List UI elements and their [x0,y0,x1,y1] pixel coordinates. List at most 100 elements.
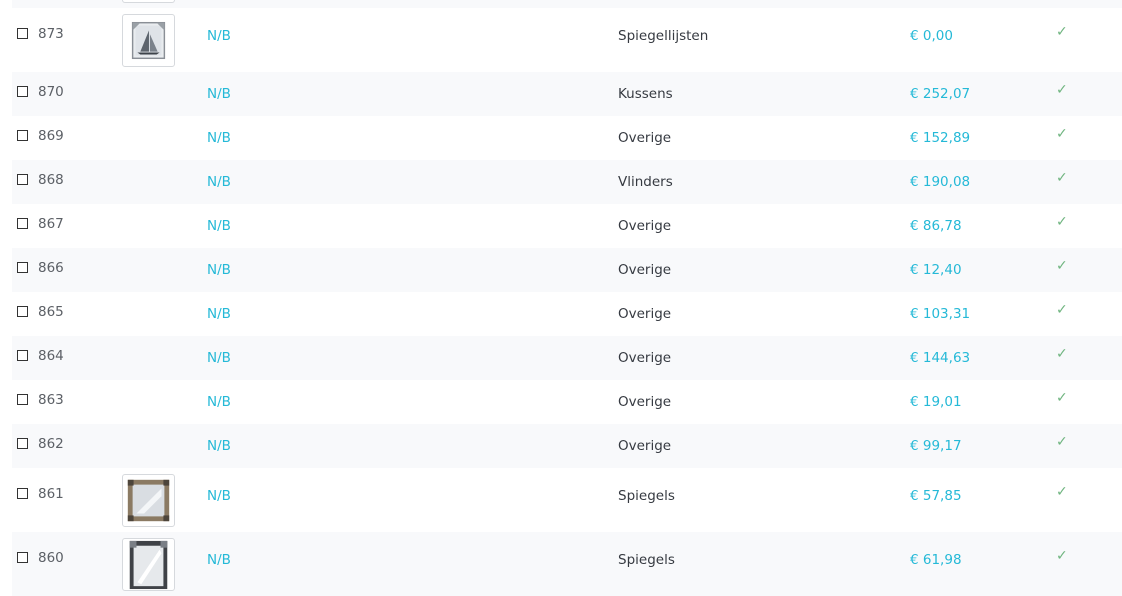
framed-boat-picture-icon[interactable] [122,14,175,67]
row-checkbox[interactable] [17,350,28,361]
product-id: 861 [38,486,64,502]
table-row-862[interactable]: 862 N/B Overige € 99,17 ✓ [12,424,1122,468]
product-reference-link[interactable]: N/B [207,262,231,278]
product-image-cell [122,380,178,424]
row-select-cell [17,336,35,380]
product-image-cell [122,204,178,248]
checkmark-icon[interactable]: ✓ [1056,434,1068,450]
product-price-link[interactable]: € 12,40 [910,262,962,278]
product-category-cell: Overige [618,424,798,468]
row-select-cell [17,160,35,204]
product-id-cell: 862 [38,424,98,468]
row-checkbox[interactable] [17,218,28,229]
product-price-link[interactable]: € 190,08 [910,174,970,190]
checkmark-icon[interactable]: ✓ [1056,258,1068,274]
product-thumbnail-partial[interactable] [122,0,175,3]
row-checkbox[interactable] [17,552,28,563]
checkmark-icon[interactable]: ✓ [1056,214,1068,230]
product-price-link[interactable]: € 57,85 [910,488,962,504]
row-select-cell [17,8,35,72]
row-checkbox[interactable] [17,488,28,499]
row-checkbox[interactable] [17,262,28,273]
table-row-860[interactable]: 860 N/B Spiegels € 61,98 ✓ [12,532,1122,596]
product-reference-link[interactable]: N/B [207,350,231,366]
product-image-cell [122,72,178,116]
product-category-cell: Overige [618,116,798,160]
product-price-link[interactable]: € 19,01 [910,394,962,410]
table-row-863[interactable]: 863 N/B Overige € 19,01 ✓ [12,380,1122,424]
product-price-link[interactable]: € 144,63 [910,350,970,366]
product-price-link[interactable]: € 0,00 [910,28,953,44]
product-price-link[interactable]: € 152,89 [910,130,970,146]
row-checkbox[interactable] [17,130,28,141]
checkmark-icon[interactable]: ✓ [1056,484,1068,500]
product-reference-link[interactable]: N/B [207,86,231,102]
product-id: 866 [38,260,64,276]
checkmark-icon[interactable]: ✓ [1056,346,1068,362]
product-reference-link[interactable]: N/B [207,488,231,504]
product-image-cell [122,116,178,160]
table-row-867[interactable]: 867 N/B Overige € 86,78 ✓ [12,204,1122,248]
product-reference-cell: N/B [207,204,287,248]
row-checkbox[interactable] [17,174,28,185]
product-reference-link[interactable]: N/B [207,306,231,322]
product-price-cell: € 252,07 [910,72,1010,116]
product-image-cell [122,336,178,380]
checkmark-icon[interactable]: ✓ [1056,24,1068,40]
table-row-870[interactable]: 870 N/B Kussens € 252,07 ✓ [12,72,1122,116]
product-category-cell: Kussens [618,72,798,116]
checkmark-icon[interactable]: ✓ [1056,390,1068,406]
product-price-cell: € 190,08 [910,160,1010,204]
product-category-cell: Overige [618,380,798,424]
product-category-cell: Overige [618,248,798,292]
product-category: Overige [618,130,672,146]
product-reference-cell: N/B [207,468,287,532]
product-status-cell: ✓ [1056,8,1076,72]
product-price-link[interactable]: € 99,17 [910,438,962,454]
product-price-cell: € 152,89 [910,116,1010,160]
product-price-cell: € 0,00 [910,8,1010,72]
product-reference-link[interactable]: N/B [207,28,231,44]
product-status-cell: ✓ [1056,468,1076,532]
product-reference-link[interactable]: N/B [207,438,231,454]
row-checkbox[interactable] [17,86,28,97]
product-price-link[interactable]: € 61,98 [910,552,962,568]
product-reference-link[interactable]: N/B [207,218,231,234]
checkmark-icon[interactable]: ✓ [1056,548,1068,564]
table-row-868[interactable]: 868 N/B Vlinders € 190,08 ✓ [12,160,1122,204]
table-row-865[interactable]: 865 N/B Overige € 103,31 ✓ [12,292,1122,336]
row-checkbox[interactable] [17,438,28,449]
product-reference-cell: N/B [207,532,287,596]
product-id-cell: 868 [38,160,98,204]
row-checkbox[interactable] [17,306,28,317]
product-reference-link[interactable]: N/B [207,552,231,568]
product-reference-link[interactable]: N/B [207,174,231,190]
product-price-link[interactable]: € 252,07 [910,86,970,102]
product-price-cell: € 99,17 [910,424,1010,468]
checkmark-icon[interactable]: ✓ [1056,170,1068,186]
row-checkbox[interactable] [17,28,28,39]
checkmark-icon[interactable]: ✓ [1056,302,1068,318]
ornate-mirror-icon[interactable] [122,538,175,591]
table-row-866[interactable]: 866 N/B Overige € 12,40 ✓ [12,248,1122,292]
product-image-cell [122,468,178,532]
table-row-864[interactable]: 864 N/B Overige € 144,63 ✓ [12,336,1122,380]
table-row-861[interactable]: 861 N/B Spiegels € 57,85 ✓ [12,468,1122,532]
square-mirror-icon[interactable] [122,474,175,527]
product-price-link[interactable]: € 86,78 [910,218,962,234]
product-id-cell: 865 [38,292,98,336]
checkmark-icon[interactable]: ✓ [1056,82,1068,98]
product-reference-cell: N/B [207,72,287,116]
product-table: 873 N/B Spiegellijsten € 0,00 ✓ 870 N/B … [12,0,1122,596]
table-row-869[interactable]: 869 N/B Overige € 152,89 ✓ [12,116,1122,160]
product-image-cell [122,160,178,204]
product-reference-link[interactable]: N/B [207,130,231,146]
row-checkbox[interactable] [17,394,28,405]
checkmark-icon[interactable]: ✓ [1056,126,1068,142]
product-reference-link[interactable]: N/B [207,394,231,410]
table-row-873[interactable]: 873 N/B Spiegellijsten € 0,00 ✓ [12,8,1122,72]
row-select-cell [17,468,35,532]
product-id: 868 [38,172,64,188]
product-image-cell [122,248,178,292]
product-price-link[interactable]: € 103,31 [910,306,970,322]
